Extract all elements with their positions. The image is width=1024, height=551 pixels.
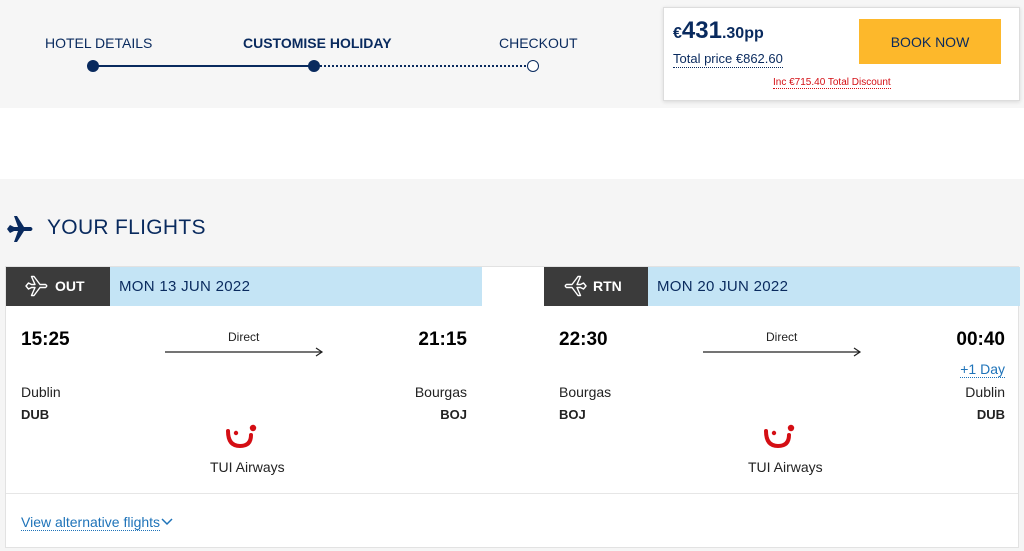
return-stops: Direct (766, 330, 798, 344)
return-arrive-time: 00:40 (956, 329, 1005, 350)
outbound-date: MON 13 JUN 2022 (119, 278, 251, 295)
price-fraction: .30 (721, 25, 745, 42)
outbound-airline: TUI Airways (210, 459, 285, 475)
outbound-to-code: BOJ (440, 407, 467, 422)
outbound-stops: Direct (228, 330, 260, 344)
plus-one-day-link[interactable]: +1 Day (960, 361, 1005, 378)
return-to-city: Dublin (965, 384, 1005, 400)
return-to-code: DUB (976, 407, 1005, 422)
outbound-depart-time: 15:25 (21, 329, 70, 350)
price-whole: 431 (681, 17, 722, 44)
outbound-to-city: Bourgas (414, 384, 467, 400)
outbound-header: OUT MON 13 JUN 2022 (6, 267, 482, 306)
view-alternative-flights-link[interactable]: View alternative flights (21, 514, 161, 531)
step-dot-hotel-details (87, 60, 99, 72)
return-flight: RTN MON 20 JUN 2022 22:30 Direct 00:40 +… (544, 267, 1020, 493)
outbound-arrive-time: 21:15 (418, 329, 467, 350)
price-per-person: €431.30pp (673, 17, 764, 45)
arrow-right-icon (703, 347, 862, 357)
return-header: RTN MON 20 JUN 2022 (544, 267, 1020, 306)
book-now-button[interactable]: BOOK NOW (859, 19, 1001, 64)
outbound-from-city: Dublin (21, 384, 61, 400)
outbound-flight: OUT MON 13 JUN 2022 15:25 Direct 21:15 D… (6, 267, 482, 493)
outbound-tag: OUT (6, 267, 110, 306)
price-currency: € (673, 25, 682, 42)
plane-depart-icon (25, 275, 48, 297)
tui-smile-logo (226, 424, 257, 449)
total-price-link[interactable]: Total price €862.60 (673, 51, 783, 68)
airplane-icon (7, 216, 33, 242)
plane-return-icon (564, 275, 587, 297)
step-customise-holiday: CUSTOMISE HOLIDAY (243, 35, 392, 51)
return-tag-label: RTN (593, 278, 622, 294)
step-dot-checkout (527, 60, 539, 72)
card-divider (6, 493, 1018, 494)
price-summary-card: €431.30pp Total price €862.60 BOOK NOW I… (663, 7, 1020, 101)
step-hotel-details[interactable]: HOTEL DETAILS (45, 35, 152, 51)
outbound-tag-label: OUT (55, 278, 85, 294)
return-date: MON 20 JUN 2022 (657, 278, 789, 295)
return-depart-time: 22:30 (559, 329, 608, 350)
step-checkout: CHECKOUT (499, 35, 578, 51)
your-flights-title: YOUR FLIGHTS (47, 216, 206, 239)
price-suffix: pp (744, 25, 764, 42)
flights-card: OUT MON 13 JUN 2022 15:25 Direct 21:15 D… (5, 266, 1020, 548)
return-tag: RTN (544, 267, 648, 306)
progress-line-upcoming (316, 65, 534, 67)
total-discount-link[interactable]: Inc €715.40 Total Discount (773, 77, 891, 89)
arrow-right-icon (165, 347, 324, 357)
tui-smile-logo (764, 424, 795, 449)
step-dot-customise-holiday (308, 60, 320, 72)
progress-line-complete (93, 65, 315, 67)
return-from-code: BOJ (559, 407, 586, 422)
outbound-from-code: DUB (21, 407, 50, 422)
return-airline: TUI Airways (748, 459, 823, 475)
chevron-down-icon[interactable] (161, 516, 173, 526)
return-from-city: Bourgas (559, 384, 612, 400)
